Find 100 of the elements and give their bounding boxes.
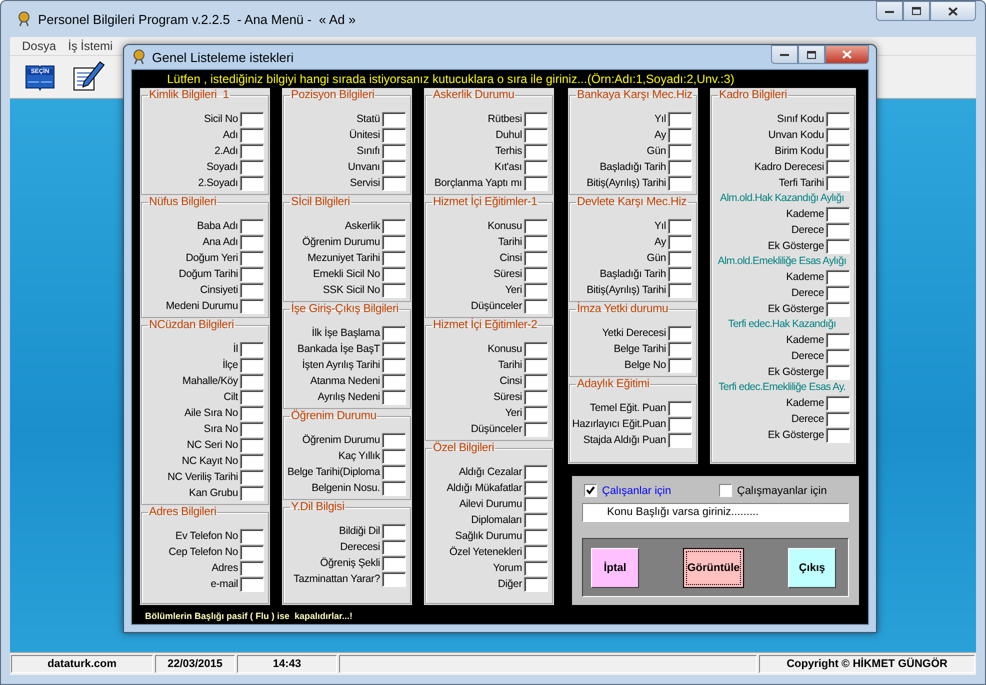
input-field[interactable]	[826, 160, 850, 174]
input-field[interactable]	[524, 342, 548, 356]
input-field[interactable]	[240, 250, 264, 266]
input-field[interactable]	[240, 560, 264, 576]
input-field[interactable]	[524, 544, 548, 560]
input-field[interactable]	[240, 218, 264, 234]
input-field[interactable]	[240, 528, 264, 544]
input-field[interactable]	[524, 480, 548, 496]
input-field[interactable]	[668, 176, 692, 190]
input-field[interactable]	[382, 556, 406, 570]
input-field[interactable]	[668, 218, 692, 234]
input-field[interactable]	[826, 396, 850, 410]
input-field[interactable]	[668, 144, 692, 158]
input-field[interactable]	[382, 144, 406, 158]
input-field[interactable]	[826, 412, 850, 426]
input-field[interactable]	[382, 432, 406, 448]
input-field[interactable]	[382, 128, 406, 142]
input-field[interactable]	[240, 454, 264, 468]
input-field[interactable]	[668, 234, 692, 250]
input-field[interactable]	[524, 112, 548, 126]
input-field[interactable]	[382, 448, 406, 464]
minimize-button[interactable]	[876, 1, 903, 21]
action-button[interactable]: Görüntüle	[683, 548, 744, 588]
input-field[interactable]	[382, 540, 406, 554]
input-field[interactable]	[240, 144, 264, 158]
input-field[interactable]	[240, 486, 264, 500]
input-field[interactable]	[668, 358, 692, 372]
input-field[interactable]	[826, 286, 850, 300]
input-field[interactable]	[240, 298, 264, 314]
input-field[interactable]	[382, 218, 406, 234]
input-field[interactable]	[382, 282, 406, 298]
input-field[interactable]	[524, 406, 548, 420]
input-field[interactable]	[826, 222, 850, 238]
input-field[interactable]	[240, 422, 264, 436]
input-field[interactable]	[382, 358, 406, 372]
input-field[interactable]	[668, 250, 692, 266]
input-field[interactable]	[524, 512, 548, 528]
input-field[interactable]	[524, 496, 548, 512]
input-field[interactable]	[524, 160, 548, 174]
maximize-button[interactable]	[798, 45, 825, 64]
input-field[interactable]	[382, 464, 406, 480]
input-field[interactable]	[382, 160, 406, 174]
input-field[interactable]	[382, 112, 406, 126]
close-button[interactable]	[930, 1, 976, 21]
input-field[interactable]	[668, 432, 692, 448]
input-field[interactable]	[240, 358, 264, 372]
input-field[interactable]	[524, 298, 548, 314]
input-field[interactable]	[382, 524, 406, 538]
checkbox-label[interactable]: Çalışanlar için	[602, 484, 672, 496]
menu-item[interactable]: Dosya	[22, 39, 56, 53]
input-field[interactable]	[524, 390, 548, 404]
input-field[interactable]	[240, 128, 264, 142]
minimize-button[interactable]	[771, 45, 798, 64]
input-field[interactable]	[524, 464, 548, 480]
input-field[interactable]	[524, 250, 548, 266]
input-field[interactable]	[240, 176, 264, 190]
action-button[interactable]: İptal	[591, 548, 639, 588]
input-field[interactable]	[524, 128, 548, 142]
input-field[interactable]	[524, 374, 548, 388]
checkbox[interactable]	[719, 484, 732, 497]
menu-item[interactable]: İş İstemi	[68, 39, 113, 53]
input-field[interactable]	[240, 438, 264, 452]
input-field[interactable]	[240, 374, 264, 388]
input-field[interactable]	[382, 176, 406, 190]
input-field[interactable]	[826, 332, 850, 348]
input-field[interactable]	[240, 406, 264, 420]
input-field[interactable]	[382, 572, 406, 586]
maximize-button[interactable]	[903, 1, 930, 21]
input-field[interactable]	[524, 560, 548, 576]
input-field[interactable]	[826, 128, 850, 142]
input-field[interactable]	[668, 400, 692, 416]
input-field[interactable]	[382, 266, 406, 282]
input-field[interactable]	[382, 250, 406, 266]
input-field[interactable]	[668, 112, 692, 126]
input-field[interactable]	[668, 160, 692, 174]
input-field[interactable]	[826, 428, 850, 442]
input-field[interactable]	[382, 374, 406, 388]
input-field[interactable]	[826, 112, 850, 126]
input-field[interactable]	[240, 470, 264, 484]
input-field[interactable]	[826, 206, 850, 222]
input-field[interactable]	[240, 390, 264, 404]
input-field[interactable]	[382, 342, 406, 356]
input-field[interactable]	[826, 238, 850, 254]
close-button[interactable]	[825, 45, 869, 64]
input-field[interactable]	[668, 128, 692, 142]
input-field[interactable]	[668, 282, 692, 298]
input-field[interactable]	[668, 342, 692, 356]
input-field[interactable]	[826, 348, 850, 364]
action-button[interactable]: Çıkış	[788, 548, 836, 588]
input-field[interactable]	[240, 266, 264, 282]
subject-field[interactable]: Konu Başlığı varsa giriniz.........	[582, 503, 849, 522]
input-field[interactable]	[826, 144, 850, 158]
input-field[interactable]	[382, 234, 406, 250]
input-field[interactable]	[524, 266, 548, 282]
checkbox-label[interactable]: Çalışmayanlar için	[737, 484, 827, 496]
input-field[interactable]	[240, 160, 264, 174]
input-field[interactable]	[240, 576, 264, 592]
input-field[interactable]	[382, 326, 406, 340]
input-field[interactable]	[524, 176, 548, 190]
input-field[interactable]	[524, 576, 548, 592]
